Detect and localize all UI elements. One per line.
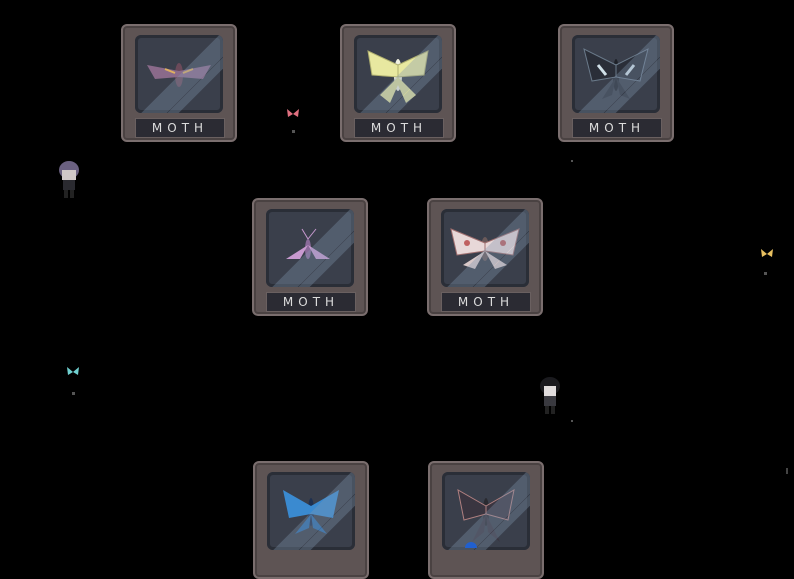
specimen-frame-6[interactable] [253, 461, 369, 579]
yellow-butterfly-icon [761, 249, 773, 257]
display-glass [267, 472, 355, 550]
specimen-frame-2[interactable]: MOTH [340, 24, 456, 142]
specimen-frame-4[interactable]: MOTH [252, 198, 368, 316]
red-butterfly-icon [287, 109, 299, 117]
display-glass [135, 35, 223, 113]
specimen-frame-1[interactable]: MOTH [121, 24, 237, 142]
specimen-label: MOTH [354, 118, 444, 138]
ground-speck [292, 130, 295, 133]
display-glass [441, 209, 529, 287]
cyan-butterfly-icon [67, 367, 79, 375]
specimen-frame-5[interactable]: MOTH [427, 198, 543, 316]
purple-haired-player-icon[interactable] [56, 160, 82, 200]
ground-speck [764, 272, 767, 275]
display-glass [354, 35, 442, 113]
specimen-label: MOTH [572, 118, 662, 138]
ground-speck [786, 468, 788, 474]
ground-speck [72, 392, 75, 395]
specimen-label: MOTH [266, 292, 356, 312]
specimen-frame-3[interactable]: MOTH [558, 24, 674, 142]
display-glass [442, 472, 530, 550]
dark-haired-npc-icon[interactable] [537, 376, 563, 416]
display-glass [572, 35, 660, 113]
specimen-frame-7[interactable] [428, 461, 544, 579]
display-glass [266, 209, 354, 287]
specimen-label: MOTH [441, 292, 531, 312]
ground-speck [571, 420, 573, 422]
ground-speck [571, 160, 573, 162]
interaction-indicator [465, 542, 477, 548]
specimen-label: MOTH [135, 118, 225, 138]
